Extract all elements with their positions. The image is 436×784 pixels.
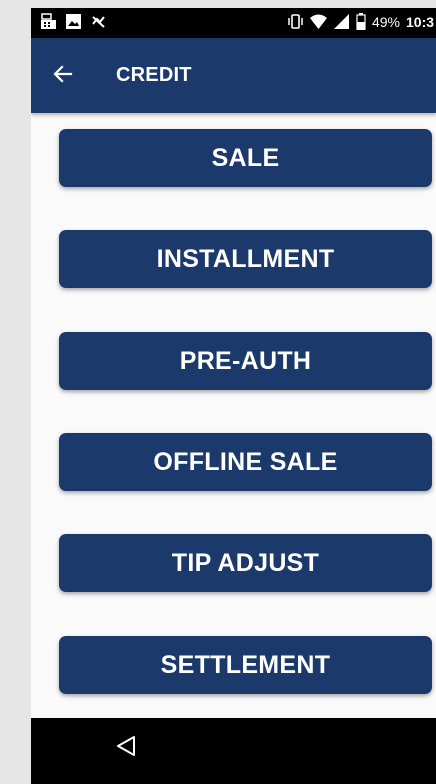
phone-screen: 49% 10:3 CREDIT SALE INSTALLMENT PRE-AUT…	[31, 8, 436, 784]
status-bar: 49% 10:3	[31, 8, 436, 38]
muted-icon	[92, 16, 105, 28]
tip-adjust-button[interactable]: TIP ADJUST	[59, 534, 432, 592]
wifi-icon	[309, 14, 327, 29]
triangle-back-icon[interactable]	[115, 734, 137, 758]
installment-button[interactable]: INSTALLMENT	[59, 230, 432, 288]
signal-icon	[333, 14, 349, 29]
system-nav-bar	[31, 718, 436, 784]
battery-percent: 49%	[371, 13, 400, 30]
offline-sale-button[interactable]: OFFLINE SALE	[59, 433, 432, 491]
settlement-button[interactable]: SETTLEMENT	[59, 636, 432, 694]
vibrate-icon	[288, 14, 303, 29]
battery-icon	[356, 13, 366, 30]
screen-frame: 49% 10:3 CREDIT SALE INSTALLMENT PRE-AUT…	[0, 0, 436, 784]
status-left-icons	[40, 13, 107, 30]
cash-register-icon	[41, 13, 56, 29]
image-icon	[66, 14, 81, 29]
status-right-icons: 49% 10:3	[287, 13, 436, 30]
page-title: CREDIT	[116, 64, 192, 86]
status-clock: 10:3	[406, 13, 435, 30]
app-bar: CREDIT	[31, 38, 436, 113]
sale-button[interactable]: SALE	[59, 129, 432, 187]
arrow-left-icon[interactable]	[51, 62, 75, 86]
pre-auth-button[interactable]: PRE-AUTH	[59, 332, 432, 390]
